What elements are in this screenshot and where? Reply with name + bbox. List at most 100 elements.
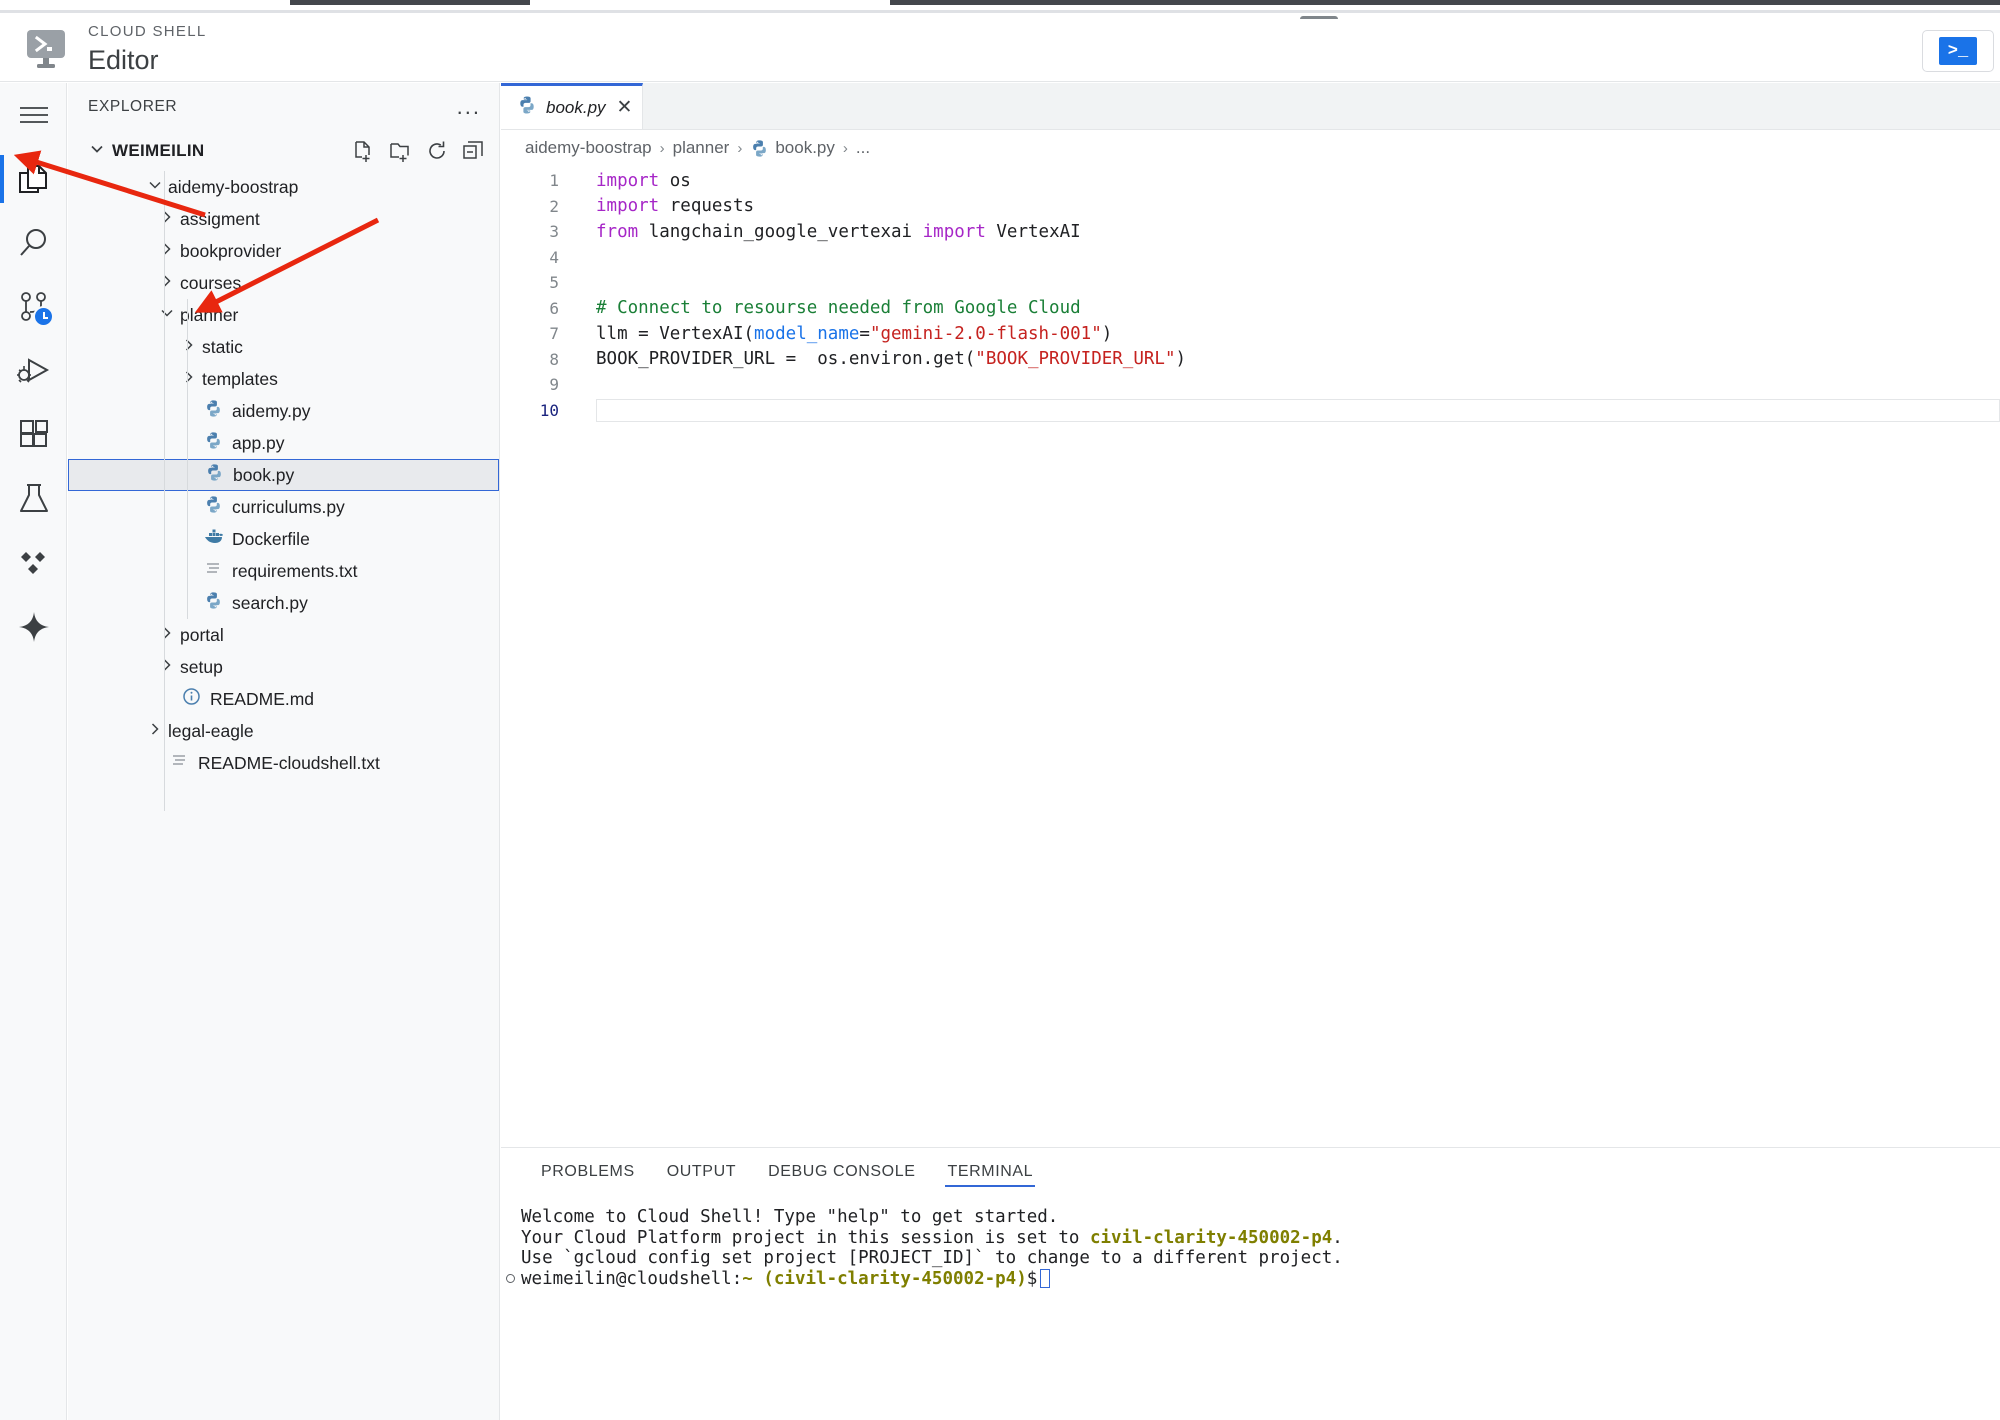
code-line[interactable]: 2 import requests — [501, 194, 2000, 220]
terminal-text: Welcome to Cloud Shell! Type "help" to g… — [521, 1207, 1059, 1227]
tree-folder-aidemy-boostrap[interactable]: aidemy-boostrap — [68, 171, 499, 203]
line-number: 1 — [549, 171, 559, 191]
breadcrumb-segment[interactable]: planner — [673, 138, 730, 158]
tree-item-label: static — [202, 336, 243, 357]
tree-folder-legal-eagle[interactable]: legal-eagle — [68, 715, 499, 747]
tree-item-label: app.py — [232, 432, 285, 453]
chevron-down-icon — [159, 305, 175, 326]
explorer-more-actions-icon[interactable]: ... — [457, 96, 481, 118]
refresh-icon[interactable] — [426, 140, 448, 162]
source-control-clock-badge — [33, 306, 54, 327]
workspace-root-row[interactable]: WEIMEILIN — [68, 131, 499, 171]
run-and-debug-icon[interactable] — [0, 339, 67, 403]
search-icon[interactable] — [0, 211, 67, 275]
bottom-panel: PROBLEMS OUTPUT DEBUG CONSOLE TERMINAL Welc… — [501, 1147, 2000, 1420]
code-line[interactable]: 7 llm = VertexAI(model_name="gemini-2.0-f… — [501, 321, 2000, 347]
tree-file-book-py[interactable]: book.py — [68, 459, 499, 491]
terminal-text: ~ — [742, 1268, 753, 1289]
breadcrumb-segment[interactable]: ... — [856, 138, 870, 158]
tree-folder-bookprovider[interactable]: bookprovider — [68, 235, 499, 267]
code-line[interactable]: 8 BOOK_PROVIDER_URL = os.environ.get("BOO… — [501, 347, 2000, 373]
terminal-prompt-bullet-icon — [506, 1273, 515, 1283]
testing-flask-icon[interactable] — [0, 467, 67, 531]
code-line[interactable]: 9 — [501, 372, 2000, 398]
gemini-sparkle-icon[interactable] — [0, 595, 67, 659]
tree-file-aidemy-py[interactable]: aidemy.py — [68, 395, 499, 427]
code-token: llm = VertexAI( — [596, 323, 755, 344]
source-control-icon[interactable] — [0, 275, 67, 339]
tree-file-readme-md[interactable]: README.md — [68, 683, 499, 715]
code-token: import — [596, 196, 660, 217]
menu-icon[interactable] — [0, 83, 67, 147]
panel-tab-debug-console[interactable]: DEBUG CONSOLE — [752, 1148, 931, 1195]
tree-item-label: setup — [180, 656, 223, 677]
code-line[interactable]: 6 # Connect to resourse needed from Googl… — [501, 296, 2000, 322]
code-line[interactable]: 3 from langchain_google_vertexai import V… — [501, 219, 2000, 245]
explorer-icon[interactable] — [0, 147, 67, 211]
terminal-text: Use `gcloud config set project [PROJECT_… — [521, 1248, 1343, 1268]
code-line-text: import os — [596, 171, 691, 191]
tree-file-curriculums-py[interactable]: curriculums.py — [68, 491, 499, 523]
new-file-icon[interactable] — [352, 140, 375, 163]
code-token: langchain_google_vertexai — [638, 221, 923, 242]
tree-file-readme-cloudshell-txt[interactable]: README-cloudshell.txt — [68, 747, 499, 779]
code-line-text: BOOK_PROVIDER_URL = os.environ.get("BOOK… — [596, 349, 1186, 369]
code-line[interactable]: 4 — [501, 245, 2000, 271]
tree-folder-planner[interactable]: planner — [68, 299, 499, 331]
chevron-right-icon — [147, 721, 163, 742]
tree-folder-setup[interactable]: setup — [68, 651, 499, 683]
code-line[interactable]: 1 import os — [501, 168, 2000, 194]
docker-file-icon — [203, 527, 224, 551]
panel-tab-terminal[interactable]: TERMINAL — [931, 1148, 1049, 1195]
extensions-icon[interactable] — [0, 403, 67, 467]
panel-tab-problems[interactable]: PROBLEMS — [525, 1148, 651, 1195]
tree-indent-guide — [187, 299, 188, 619]
line-number: 5 — [549, 273, 559, 293]
tree-file-search-py[interactable]: search.py — [68, 587, 499, 619]
file-tree: aidemy-boostrap assigment bookprovider cour… — [68, 171, 499, 811]
chevron-down-icon — [88, 140, 106, 163]
tree-file-dockerfile[interactable]: Dockerfile — [68, 523, 499, 555]
code-token: "BOOK_PROVIDER_URL" — [975, 349, 1176, 370]
explorer-sidebar: EXPLORER ... WEIMEILIN aidemy-boostrap a… — [68, 83, 500, 1420]
cloud-code-diamond-icon[interactable] — [0, 531, 67, 595]
code-line[interactable]: 5 — [501, 270, 2000, 296]
panel-tab-output[interactable]: OUTPUT — [651, 1148, 752, 1195]
open-terminal-button[interactable]: >_ — [1922, 30, 1994, 72]
chevron-right-icon — [181, 369, 197, 390]
breadcrumb-segment[interactable]: aidemy-boostrap — [525, 138, 652, 158]
tree-item-label: README.md — [210, 688, 315, 709]
cloud-shell-header: CLOUD SHELL Editor >_ — [0, 19, 2000, 82]
collapse-all-icon[interactable] — [462, 140, 484, 162]
code-line[interactable]: 10 — [501, 398, 2000, 424]
tree-file-app-py[interactable]: app.py — [68, 427, 499, 459]
tree-file-requirements-txt[interactable]: requirements.txt — [68, 555, 499, 587]
new-folder-icon[interactable] — [389, 140, 412, 163]
code-token: import — [596, 170, 660, 191]
code-line-text: import requests — [596, 196, 754, 216]
tree-folder-static[interactable]: static — [68, 331, 499, 363]
breadcrumb-segment[interactable]: book.py — [775, 138, 835, 158]
line-number: 9 — [549, 375, 559, 395]
terminal-output[interactable]: Welcome to Cloud Shell! Type "help" to g… — [501, 1195, 2000, 1289]
code-editor[interactable]: 1 import os 2 import requests 3 from langchai… — [501, 166, 2000, 423]
editor-area: book.py ✕ aidemy-boostrap › planner › book.p… — [501, 83, 2000, 1147]
tree-folder-courses[interactable]: courses — [68, 267, 499, 299]
chevron-down-icon — [147, 177, 163, 198]
tree-folder-portal[interactable]: portal — [68, 619, 499, 651]
tree-indent-guide — [164, 171, 165, 811]
tree-folder-assigment[interactable]: assigment — [68, 203, 499, 235]
line-number: 6 — [549, 298, 559, 318]
close-icon[interactable]: ✕ — [617, 96, 633, 119]
cloud-shell-monitor-icon — [22, 28, 70, 72]
code-token: os — [659, 170, 691, 191]
line-number: 4 — [549, 247, 559, 267]
line-number: 8 — [549, 349, 559, 369]
terminal-text: civil-clarity-450002-p4 — [1089, 1227, 1333, 1248]
python-file-icon — [750, 139, 769, 163]
tab-book-py[interactable]: book.py ✕ — [501, 83, 643, 129]
tree-folder-templates[interactable]: templates — [68, 363, 499, 395]
panel-tab-bar: PROBLEMS OUTPUT DEBUG CONSOLE TERMINAL — [501, 1148, 2000, 1195]
python-file-icon — [205, 463, 224, 487]
python-file-icon — [204, 495, 223, 519]
